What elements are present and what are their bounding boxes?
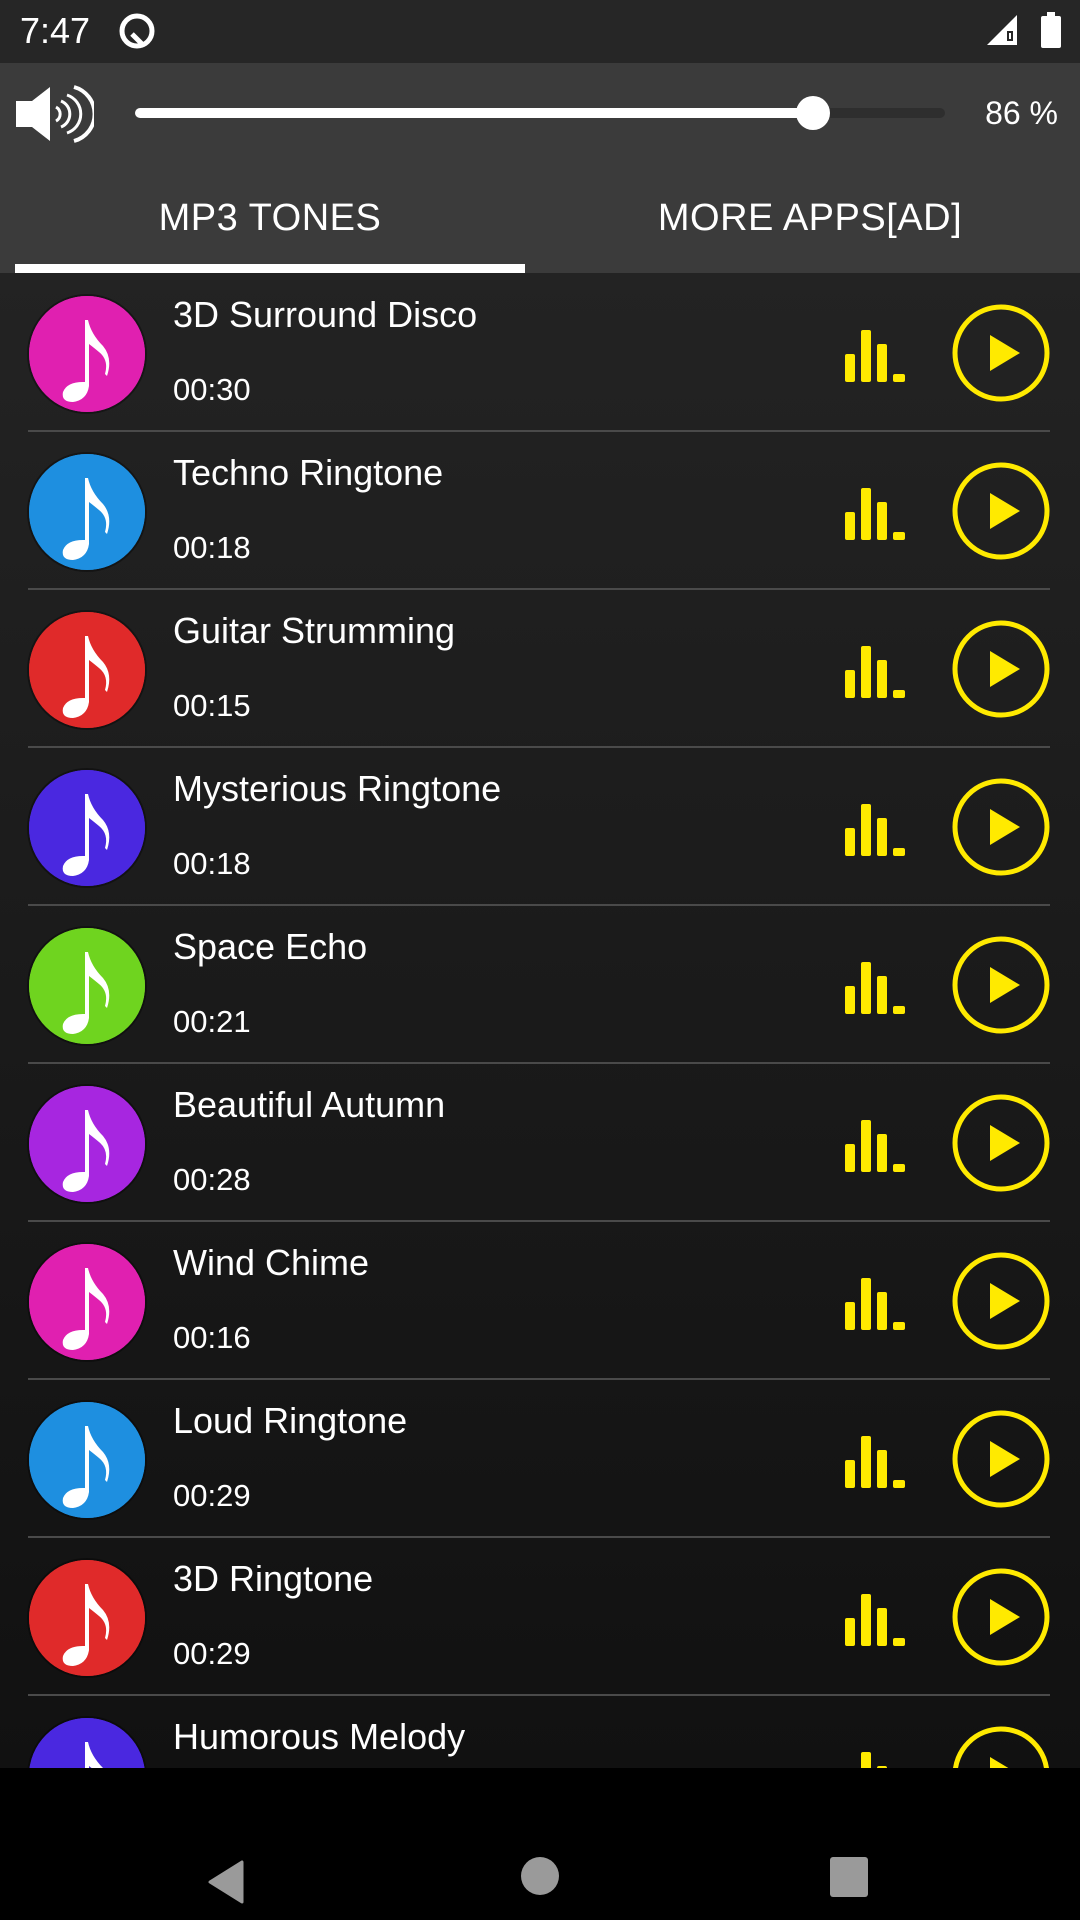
tab-more-apps[interactable]: MORE APPS[AD] bbox=[540, 163, 1080, 273]
set-ringtone-equalizer-icon[interactable] bbox=[845, 1590, 909, 1646]
set-ringtone-equalizer-icon[interactable] bbox=[845, 1274, 909, 1330]
ringtone-title: Beautiful Autumn bbox=[173, 1084, 446, 1125]
ringtone-item[interactable]: Humorous Melody bbox=[0, 1696, 1080, 1768]
play-button[interactable] bbox=[952, 1568, 1050, 1666]
set-ringtone-equalizer-icon[interactable] bbox=[845, 1748, 909, 1768]
music-note-icon bbox=[27, 768, 147, 888]
speaker-icon[interactable] bbox=[14, 81, 94, 147]
ringtone-item[interactable]: Space Echo 00:21 bbox=[0, 906, 1080, 1064]
ringtone-title: Techno Ringtone bbox=[173, 452, 444, 493]
ringtone-title: 3D Ringtone bbox=[173, 1558, 374, 1599]
ringtone-title: Loud Ringtone bbox=[173, 1400, 408, 1441]
ringtone-title: Space Echo bbox=[173, 926, 368, 967]
music-note-icon bbox=[27, 1084, 147, 1204]
music-note-icon bbox=[27, 1716, 147, 1768]
home-icon[interactable] bbox=[520, 1856, 560, 1896]
ringtone-duration: 00:28 bbox=[173, 1162, 251, 1197]
ringtone-title: 3D Surround Disco bbox=[173, 294, 478, 335]
ringtone-duration: 00:29 bbox=[173, 1478, 251, 1513]
ringtone-title: Guitar Strumming bbox=[173, 610, 456, 651]
tab-bar: MP3 TONES MORE APPS[AD] bbox=[0, 163, 1080, 273]
music-note-icon bbox=[27, 926, 147, 1046]
ringtone-duration: 00:30 bbox=[173, 372, 251, 407]
ringtone-duration: 00:18 bbox=[173, 530, 251, 565]
music-note-icon bbox=[27, 610, 147, 730]
volume-value: 86 % bbox=[985, 95, 1058, 131]
navigation-bar bbox=[0, 1768, 1080, 1920]
ringtone-title: Wind Chime bbox=[173, 1242, 370, 1283]
ringtone-item[interactable]: Wind Chime 00:16 bbox=[0, 1222, 1080, 1380]
ringtone-duration: 00:15 bbox=[173, 688, 251, 723]
set-ringtone-equalizer-icon[interactable] bbox=[845, 958, 909, 1014]
set-ringtone-equalizer-icon[interactable] bbox=[845, 326, 909, 382]
ringtone-item[interactable]: Beautiful Autumn 00:28 bbox=[0, 1064, 1080, 1222]
play-button[interactable] bbox=[952, 462, 1050, 560]
status-bar: 7:47 bbox=[0, 0, 1080, 63]
set-ringtone-equalizer-icon[interactable] bbox=[845, 484, 909, 540]
ringtone-item[interactable]: Mysterious Ringtone 00:18 bbox=[0, 748, 1080, 906]
ringtone-duration: 00:18 bbox=[173, 846, 251, 881]
volume-slider[interactable] bbox=[135, 96, 945, 130]
tab-mp3-tones[interactable]: MP3 TONES bbox=[0, 163, 540, 273]
music-note-icon bbox=[27, 452, 147, 572]
ringtone-item[interactable]: 3D Ringtone 00:29 bbox=[0, 1538, 1080, 1696]
status-time: 7:47 bbox=[20, 10, 91, 51]
ringtone-duration: 00:29 bbox=[173, 1636, 251, 1671]
set-ringtone-equalizer-icon[interactable] bbox=[845, 800, 909, 856]
ringtone-duration: 00:16 bbox=[173, 1320, 251, 1355]
ringtone-item[interactable]: 3D Surround Disco 00:30 bbox=[0, 274, 1080, 432]
play-button[interactable] bbox=[952, 1410, 1050, 1508]
tab-indicator bbox=[15, 264, 525, 273]
music-note-icon bbox=[27, 1400, 147, 1520]
volume-slider-thumb[interactable] bbox=[796, 96, 830, 130]
play-button[interactable] bbox=[952, 1094, 1050, 1192]
ringtone-item[interactable]: Guitar Strumming 00:15 bbox=[0, 590, 1080, 748]
play-button[interactable] bbox=[952, 304, 1050, 402]
play-button[interactable] bbox=[952, 936, 1050, 1034]
ringtone-title: Mysterious Ringtone bbox=[173, 768, 502, 809]
set-ringtone-equalizer-icon[interactable] bbox=[845, 1432, 909, 1488]
set-ringtone-equalizer-icon[interactable] bbox=[845, 642, 909, 698]
ringtone-item[interactable]: Techno Ringtone 00:18 bbox=[0, 432, 1080, 590]
music-note-icon bbox=[27, 1558, 147, 1678]
play-button[interactable] bbox=[952, 1726, 1050, 1768]
music-note-icon bbox=[27, 294, 147, 414]
volume-bar: 86 % bbox=[0, 63, 1080, 163]
ringtone-list[interactable]: 3D Surround Disco 00:30 Techno Ringtone … bbox=[0, 273, 1080, 1768]
ringtone-title: Humorous Melody bbox=[173, 1716, 466, 1757]
signal-icon bbox=[987, 15, 1017, 45]
set-ringtone-equalizer-icon[interactable] bbox=[845, 1116, 909, 1172]
ringtone-item[interactable]: Loud Ringtone 00:29 bbox=[0, 1380, 1080, 1538]
q-notification-icon bbox=[119, 13, 155, 49]
music-note-icon bbox=[27, 1242, 147, 1362]
volume-slider-fill bbox=[135, 108, 813, 118]
battery-icon bbox=[1041, 12, 1061, 48]
play-button[interactable] bbox=[952, 1252, 1050, 1350]
back-icon[interactable] bbox=[206, 1860, 246, 1904]
play-button[interactable] bbox=[952, 620, 1050, 718]
ringtone-duration: 00:21 bbox=[173, 1004, 251, 1039]
play-button[interactable] bbox=[952, 778, 1050, 876]
recents-icon[interactable] bbox=[829, 1856, 869, 1898]
